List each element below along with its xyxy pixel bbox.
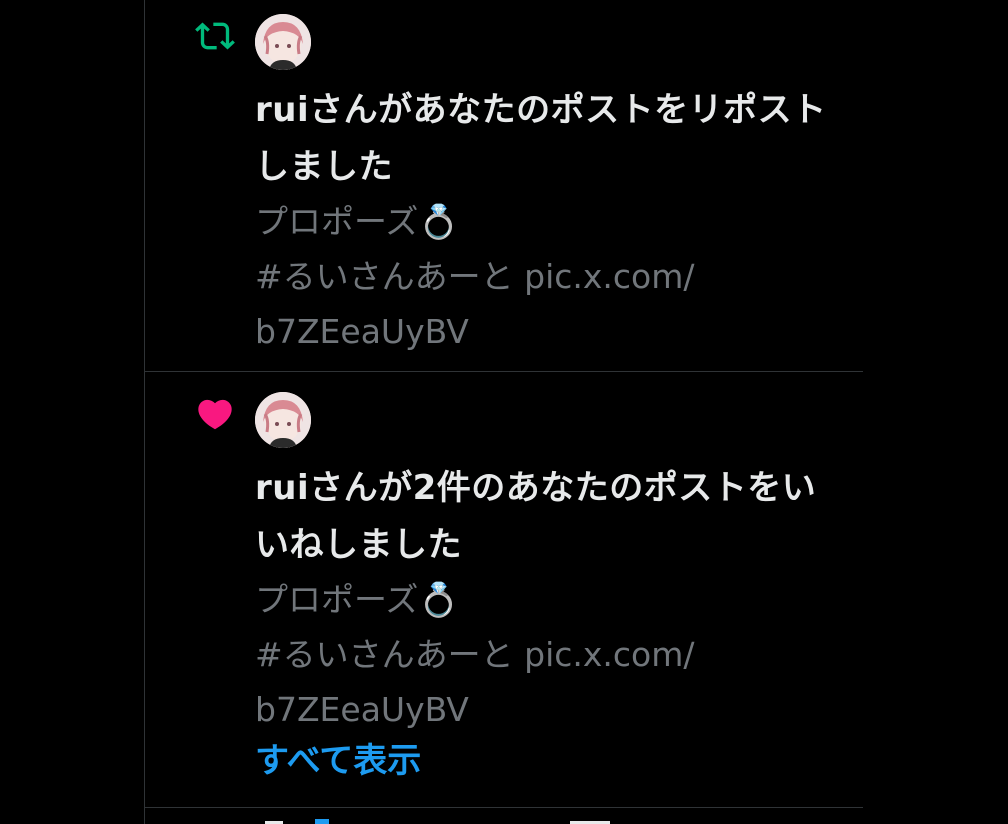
show-all-link[interactable]: すべて表示: [255, 734, 421, 789]
user-avatar[interactable]: [255, 14, 311, 70]
post-preview-text[interactable]: プロポーズ💍 #るいさんあーと pic.x.com/ b7ZEeaUyBV: [255, 194, 855, 359]
headline-line-2: いねしました: [255, 525, 462, 565]
headline-line-2: しました: [255, 147, 393, 187]
notification-repost[interactable]: ruiさんがあなたのポストをリポスト しました プロポーズ💍 #るいさんあーと …: [145, 0, 863, 371]
post-preview-text[interactable]: プロポーズ💍 #るいさんあーと pic.x.com/ b7ZEeaUyBV: [255, 572, 855, 737]
headline-line-1: ruiさんがあなたのポストをリポスト: [255, 90, 827, 130]
post-line-3: b7ZEeaUyBV: [255, 312, 469, 351]
headline-line-1: ruiさんが2件のあなたのポストをい: [255, 468, 817, 508]
post-line-2: #るいさんあーと pic.x.com/: [255, 257, 695, 296]
heart-icon: [193, 392, 237, 436]
post-line-1: プロポーズ💍: [255, 202, 460, 241]
post-line-3: b7ZEeaUyBV: [255, 690, 469, 729]
notification-like[interactable]: ruiさんが2件のあなたのポストをい いねしました プロポーズ💍 #るいさんあー…: [145, 372, 863, 807]
notification-headline: ruiさんがあなたのポストをリポスト しました: [255, 82, 855, 196]
post-line-1: プロポーズ💍: [255, 580, 460, 619]
notification-headline: ruiさんが2件のあなたのポストをい いねしました: [255, 460, 855, 574]
post-line-2: #るいさんあーと pic.x.com/: [255, 635, 695, 674]
repost-icon: [193, 14, 237, 58]
notification-divider: [145, 807, 863, 808]
next-notification-peek: [255, 812, 655, 824]
user-avatar[interactable]: [255, 392, 311, 448]
